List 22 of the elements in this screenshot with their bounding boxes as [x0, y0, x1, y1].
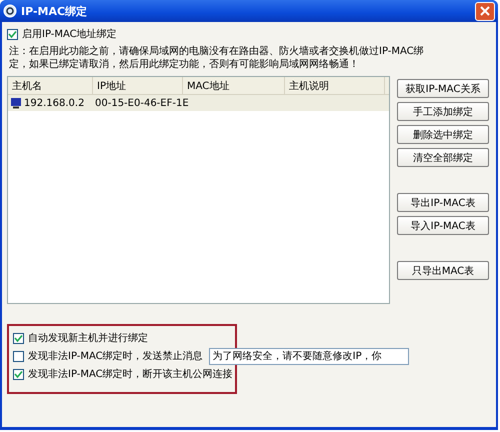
action-button[interactable]: 手工添加绑定	[397, 102, 489, 121]
table-cell: 192.168.0.2	[24, 98, 84, 108]
action-button[interactable]: 导出IP-MAC表	[397, 193, 489, 212]
checkbox-label: 启用IP-MAC地址绑定	[22, 28, 117, 41]
action-button[interactable]: 导入IP-MAC表	[397, 216, 489, 235]
column-header[interactable]: MAC地址	[183, 77, 285, 94]
table-row[interactable]: 192.168.0.2 00-15-E0-46-EF-1E	[8, 95, 389, 111]
column-header[interactable]: 主机说明	[285, 77, 385, 94]
checkbox-label: 自动发现新主机并进行绑定	[28, 332, 148, 345]
column-header[interactable]: 主机名	[8, 77, 93, 94]
note-text: 定，如果已绑定请取消，然后用此绑定功能，否则有可能影响局域网网络畅通！	[9, 58, 360, 71]
window-title: IP-MAC绑定	[21, 4, 88, 18]
message-field[interactable]: 为了网络安全，请不要随意修改IP，你	[208, 348, 409, 364]
note-text: 注：在启用此功能之前，请确保局域网的电脑没有在路由器、防火墙或者交换机做过IP-MAC绑	[9, 45, 425, 58]
action-button[interactable]: 只导出MAC表	[397, 261, 489, 280]
column-header[interactable]: IP地址	[93, 77, 183, 94]
table-cell: 00-15-E0-46-EF-1E	[95, 98, 189, 108]
checkbox-label: 发现非法IP-MAC绑定时，断开该主机公网连接	[28, 368, 233, 381]
action-button[interactable]: 清空全部绑定	[397, 148, 489, 167]
action-button[interactable]: 获取IP-MAC关系	[397, 79, 489, 98]
checkbox-label: 发现非法IP-MAC绑定时，发送禁止消息	[28, 350, 203, 363]
action-button[interactable]: 删除选中绑定	[397, 125, 489, 144]
